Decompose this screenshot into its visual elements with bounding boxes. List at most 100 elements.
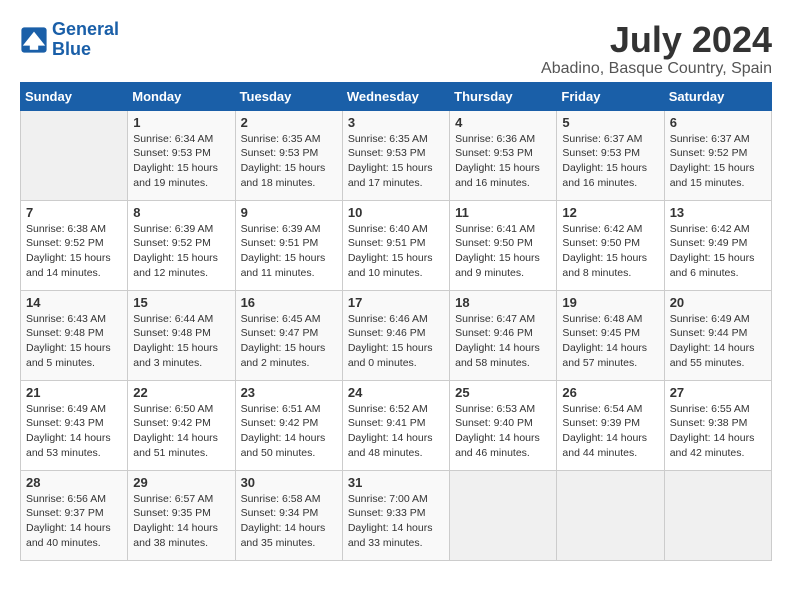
- day-info: Sunrise: 6:53 AM Sunset: 9:40 PM Dayligh…: [455, 402, 551, 461]
- day-number: 9: [241, 205, 337, 220]
- day-info: Sunrise: 6:36 AM Sunset: 9:53 PM Dayligh…: [455, 132, 551, 191]
- calendar-cell: 29Sunrise: 6:57 AM Sunset: 9:35 PM Dayli…: [128, 470, 235, 560]
- day-number: 28: [26, 475, 122, 490]
- logo-text: General Blue: [52, 20, 119, 60]
- logo: General Blue: [20, 20, 119, 60]
- calendar-cell: 23 Sunrise: 6:51 AM Sunset: 9:42 PM Dayli…: [235, 380, 342, 470]
- day-number: 24: [348, 385, 444, 400]
- location: Abadino, Basque Country, Spain: [541, 60, 772, 78]
- day-number: 5: [562, 115, 658, 130]
- day-info: Sunrise: 6:46 AM Sunset: 9:46 PM Dayligh…: [348, 312, 444, 371]
- day-number: 6: [670, 115, 766, 130]
- day-number: 3: [348, 115, 444, 130]
- calendar-cell: 22 Sunrise: 6:50 AM Sunset: 9:42 PM Dayli…: [128, 380, 235, 470]
- calendar-cell: 17 Sunrise: 6:46 AM Sunset: 9:46 PM Dayli…: [342, 290, 449, 380]
- day-number: 19: [562, 295, 658, 310]
- col-header-thursday: Thursday: [450, 82, 557, 110]
- calendar-cell: 1 Sunrise: 6:34 AM Sunset: 9:53 PM Daylig…: [128, 110, 235, 200]
- day-info: Sunrise: 6:42 AM Sunset: 9:50 PM Dayligh…: [562, 222, 658, 281]
- day-number: 29: [133, 475, 229, 490]
- calendar-cell: 3 Sunrise: 6:35 AM Sunset: 9:53 PM Daylig…: [342, 110, 449, 200]
- calendar-cell: 30 Sunrise: 6:58 AM Sunset: 9:34 PM Dayli…: [235, 470, 342, 560]
- day-number: 10: [348, 205, 444, 220]
- month-year: July 2024: [541, 20, 772, 60]
- title-block: July 2024 Abadino, Basque Country, Spain: [541, 20, 772, 78]
- day-number: 1: [133, 115, 229, 130]
- day-number: 31: [348, 475, 444, 490]
- calendar-cell: 5 Sunrise: 6:37 AM Sunset: 9:53 PM Daylig…: [557, 110, 664, 200]
- calendar-cell: [557, 470, 664, 560]
- day-info: Sunrise: 6:41 AM Sunset: 9:50 PM Dayligh…: [455, 222, 551, 281]
- calendar-cell: 24 Sunrise: 6:52 AM Sunset: 9:41 PM Dayli…: [342, 380, 449, 470]
- day-info: Sunrise: 7:00 AM Sunset: 9:33 PM Dayligh…: [348, 492, 444, 551]
- calendar-cell: 4 Sunrise: 6:36 AM Sunset: 9:53 PM Daylig…: [450, 110, 557, 200]
- week-row-5: 28 Sunrise: 6:56 AM Sunset: 9:37 PM Dayli…: [21, 470, 772, 560]
- day-info: Sunrise: 6:43 AM Sunset: 9:48 PM Dayligh…: [26, 312, 122, 371]
- day-info: Sunrise: 6:58 AM Sunset: 9:34 PM Dayligh…: [241, 492, 337, 551]
- day-info: Sunrise: 6:38 AM Sunset: 9:52 PM Dayligh…: [26, 222, 122, 281]
- day-info: Sunrise: 6:35 AM Sunset: 9:53 PM Dayligh…: [348, 132, 444, 191]
- calendar-cell: 26Sunrise: 6:54 AM Sunset: 9:39 PM Dayli…: [557, 380, 664, 470]
- day-number: 30: [241, 475, 337, 490]
- col-header-saturday: Saturday: [664, 82, 771, 110]
- day-number: 21: [26, 385, 122, 400]
- day-info: Sunrise: 6:49 AM Sunset: 9:44 PM Dayligh…: [670, 312, 766, 371]
- day-info: Sunrise: 6:51 AM Sunset: 9:42 PM Dayligh…: [241, 402, 337, 461]
- calendar-cell: 13 Sunrise: 6:42 AM Sunset: 9:49 PM Dayli…: [664, 200, 771, 290]
- calendar-cell: 20 Sunrise: 6:49 AM Sunset: 9:44 PM Dayli…: [664, 290, 771, 380]
- week-row-3: 14Sunrise: 6:43 AM Sunset: 9:48 PM Dayli…: [21, 290, 772, 380]
- day-info: Sunrise: 6:34 AM Sunset: 9:53 PM Dayligh…: [133, 132, 229, 191]
- day-number: 4: [455, 115, 551, 130]
- day-number: 20: [670, 295, 766, 310]
- col-header-sunday: Sunday: [21, 82, 128, 110]
- calendar-cell: [450, 470, 557, 560]
- calendar-cell: 12Sunrise: 6:42 AM Sunset: 9:50 PM Dayli…: [557, 200, 664, 290]
- calendar-cell: 7 Sunrise: 6:38 AM Sunset: 9:52 PM Daylig…: [21, 200, 128, 290]
- calendar-cell: 21Sunrise: 6:49 AM Sunset: 9:43 PM Dayli…: [21, 380, 128, 470]
- day-info: Sunrise: 6:50 AM Sunset: 9:42 PM Dayligh…: [133, 402, 229, 461]
- calendar-cell: 10Sunrise: 6:40 AM Sunset: 9:51 PM Dayli…: [342, 200, 449, 290]
- day-number: 27: [670, 385, 766, 400]
- calendar-table: SundayMondayTuesdayWednesdayThursdayFrid…: [20, 82, 772, 561]
- calendar-cell: 31 Sunrise: 7:00 AM Sunset: 9:33 PM Dayli…: [342, 470, 449, 560]
- day-number: 7: [26, 205, 122, 220]
- calendar-cell: 19Sunrise: 6:48 AM Sunset: 9:45 PM Dayli…: [557, 290, 664, 380]
- col-header-friday: Friday: [557, 82, 664, 110]
- day-info: Sunrise: 6:55 AM Sunset: 9:38 PM Dayligh…: [670, 402, 766, 461]
- calendar-cell: 11Sunrise: 6:41 AM Sunset: 9:50 PM Dayli…: [450, 200, 557, 290]
- day-info: Sunrise: 6:44 AM Sunset: 9:48 PM Dayligh…: [133, 312, 229, 371]
- day-number: 22: [133, 385, 229, 400]
- calendar-cell: 28 Sunrise: 6:56 AM Sunset: 9:37 PM Dayli…: [21, 470, 128, 560]
- week-row-1: 1 Sunrise: 6:34 AM Sunset: 9:53 PM Daylig…: [21, 110, 772, 200]
- day-number: 8: [133, 205, 229, 220]
- week-row-2: 7 Sunrise: 6:38 AM Sunset: 9:52 PM Daylig…: [21, 200, 772, 290]
- day-number: 16: [241, 295, 337, 310]
- logo-icon: [20, 26, 48, 54]
- col-header-wednesday: Wednesday: [342, 82, 449, 110]
- day-info: Sunrise: 6:52 AM Sunset: 9:41 PM Dayligh…: [348, 402, 444, 461]
- calendar-cell: 25 Sunrise: 6:53 AM Sunset: 9:40 PM Dayli…: [450, 380, 557, 470]
- day-number: 13: [670, 205, 766, 220]
- page-header: General Blue July 2024 Abadino, Basque C…: [20, 20, 772, 78]
- calendar-cell: 6Sunrise: 6:37 AM Sunset: 9:52 PM Daylig…: [664, 110, 771, 200]
- col-header-tuesday: Tuesday: [235, 82, 342, 110]
- day-number: 15: [133, 295, 229, 310]
- calendar-cell: [664, 470, 771, 560]
- day-info: Sunrise: 6:42 AM Sunset: 9:49 PM Dayligh…: [670, 222, 766, 281]
- calendar-cell: 16Sunrise: 6:45 AM Sunset: 9:47 PM Dayli…: [235, 290, 342, 380]
- calendar-cell: 9Sunrise: 6:39 AM Sunset: 9:51 PM Daylig…: [235, 200, 342, 290]
- col-header-monday: Monday: [128, 82, 235, 110]
- calendar-cell: 14Sunrise: 6:43 AM Sunset: 9:48 PM Dayli…: [21, 290, 128, 380]
- day-info: Sunrise: 6:37 AM Sunset: 9:53 PM Dayligh…: [562, 132, 658, 191]
- calendar-cell: 18Sunrise: 6:47 AM Sunset: 9:46 PM Dayli…: [450, 290, 557, 380]
- day-info: Sunrise: 6:56 AM Sunset: 9:37 PM Dayligh…: [26, 492, 122, 551]
- day-number: 17: [348, 295, 444, 310]
- calendar-cell: 27 Sunrise: 6:55 AM Sunset: 9:38 PM Dayli…: [664, 380, 771, 470]
- day-number: 23: [241, 385, 337, 400]
- day-info: Sunrise: 6:35 AM Sunset: 9:53 PM Dayligh…: [241, 132, 337, 191]
- day-info: Sunrise: 6:39 AM Sunset: 9:52 PM Dayligh…: [133, 222, 229, 281]
- day-info: Sunrise: 6:47 AM Sunset: 9:46 PM Dayligh…: [455, 312, 551, 371]
- day-info: Sunrise: 6:54 AM Sunset: 9:39 PM Dayligh…: [562, 402, 658, 461]
- calendar-cell: 15 Sunrise: 6:44 AM Sunset: 9:48 PM Dayli…: [128, 290, 235, 380]
- day-number: 25: [455, 385, 551, 400]
